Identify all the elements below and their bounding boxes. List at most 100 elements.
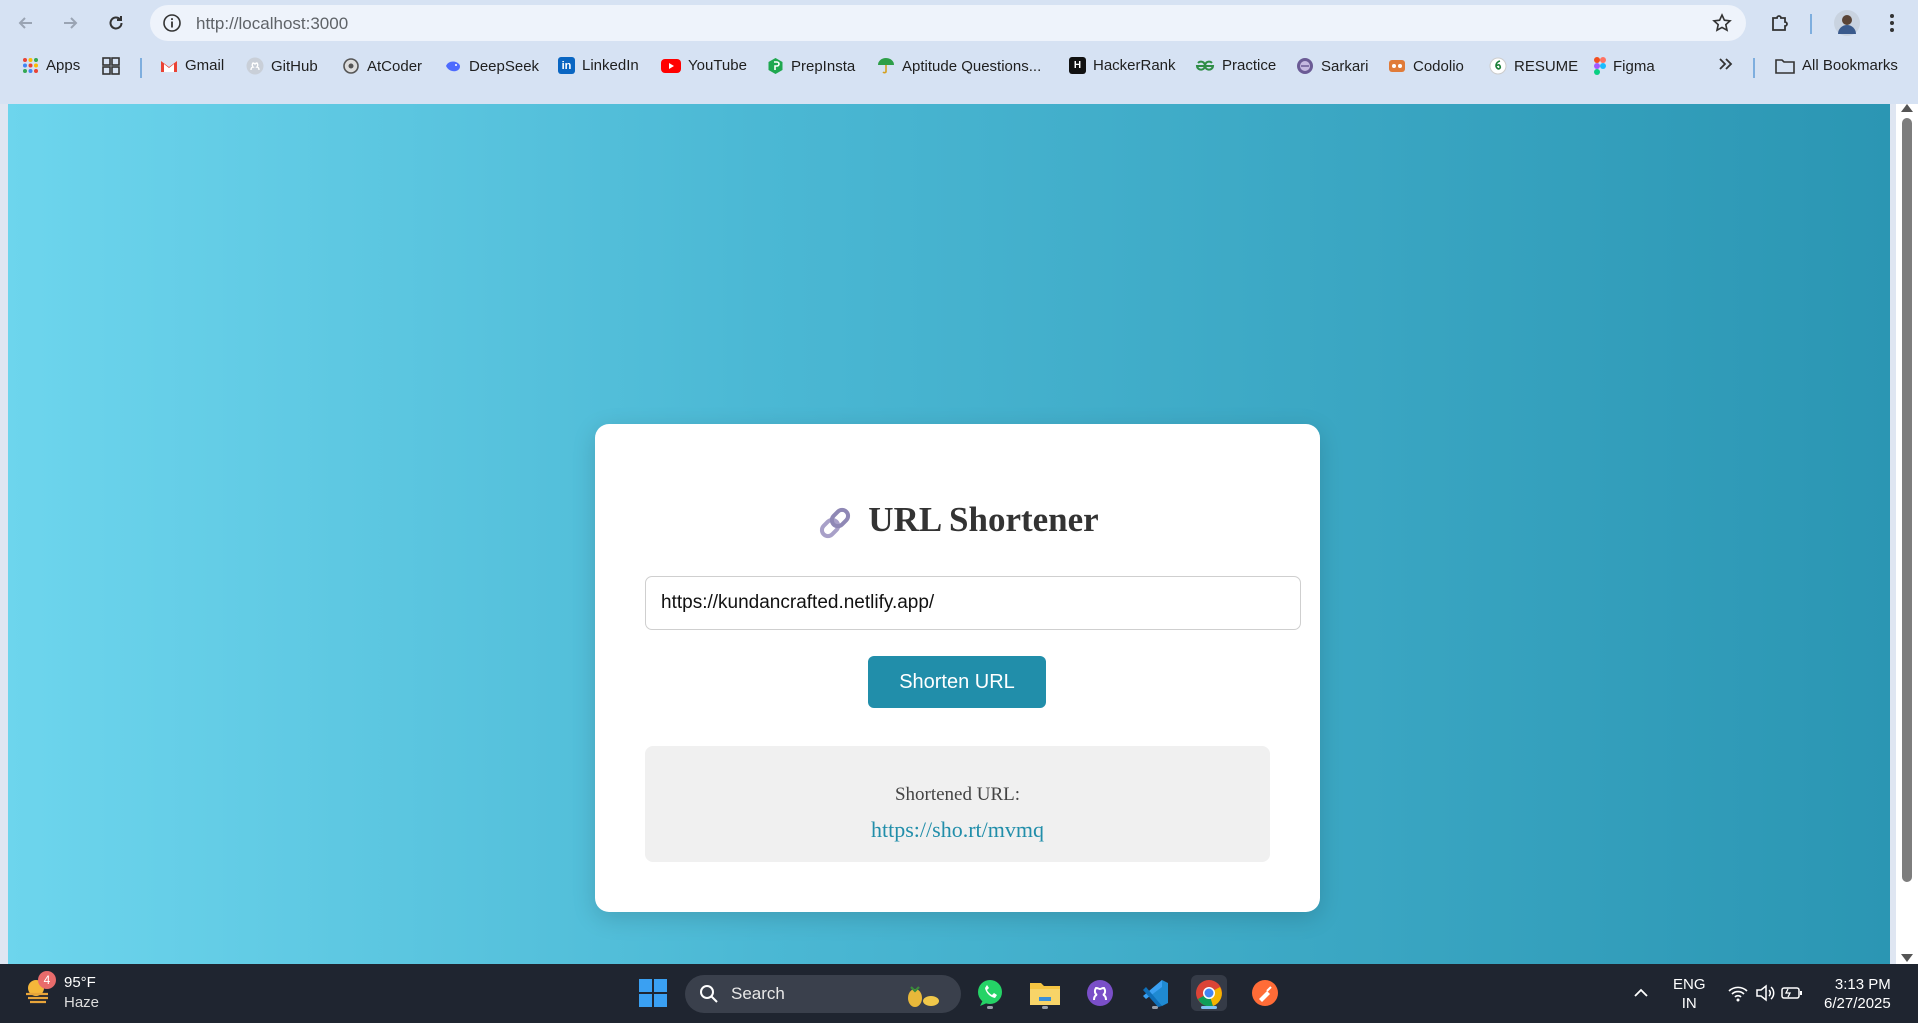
hackerrank-icon: H	[1069, 57, 1086, 74]
chrome-app[interactable]	[1191, 975, 1227, 1011]
running-indicator	[987, 1006, 993, 1009]
all-bookmarks-button[interactable]: All Bookmarks	[1775, 57, 1898, 74]
page-title: URL Shortener	[595, 500, 1320, 542]
deepseek-icon	[446, 61, 460, 72]
bookmark-separator	[140, 58, 142, 78]
apps-grid-icon	[23, 58, 38, 73]
language-line1: ENG	[1673, 976, 1706, 993]
bookmark-youtube[interactable]: YouTube	[661, 57, 747, 74]
forward-button[interactable]	[56, 9, 84, 37]
language-indicator[interactable]: ENG IN	[1673, 975, 1706, 1013]
chevron-up-icon	[1634, 988, 1648, 997]
weather-temp: 95°F	[64, 974, 96, 991]
bookmark-label: DeepSeek	[469, 57, 540, 75]
taskbar: 4 95°F Haze Search ENG IN 3:13 PM 6/27/2…	[0, 964, 1918, 1023]
info-icon[interactable]	[162, 13, 182, 33]
bookmark-github[interactable]: GitHub	[246, 57, 318, 75]
figma-icon	[1594, 57, 1606, 75]
back-button[interactable]	[12, 9, 40, 37]
active-indicator	[1201, 1006, 1217, 1009]
bookmark-label: Sarkari	[1321, 57, 1369, 75]
youtube-icon	[661, 58, 681, 73]
scroll-down-arrow-icon[interactable]	[1901, 954, 1913, 962]
puzzle-icon	[1772, 15, 1788, 31]
page-viewport: URL Shortener Shorten URL Shortened URL:…	[8, 104, 1890, 964]
bookmark-practice[interactable]: Practice	[1195, 57, 1276, 74]
language-line2: IN	[1681, 995, 1697, 1012]
bookmark-label: GitHub	[271, 57, 318, 75]
clock[interactable]: 3:13 PM 6/27/2025	[1824, 975, 1891, 1013]
bookmarks-overflow-button[interactable]	[1718, 57, 1734, 71]
bookmark-label: Figma	[1613, 57, 1655, 75]
taskbar-search[interactable]: Search	[685, 975, 961, 1013]
bookmark-aptitude[interactable]: Aptitude Questions...	[877, 57, 1041, 75]
bookmark-linkedin[interactable]: in LinkedIn	[558, 57, 639, 74]
whatsapp-icon	[978, 980, 1002, 1006]
bookmark-resume[interactable]: RESUME	[1489, 57, 1578, 75]
bookmark-label: YouTube	[688, 57, 747, 74]
linkedin-icon: in	[558, 57, 575, 74]
shortened-url-link[interactable]: https://sho.rt/mvmq	[645, 817, 1270, 843]
bookmark-star-icon[interactable]	[1712, 13, 1732, 33]
bookmark-label: Practice	[1222, 57, 1277, 74]
folder-icon	[1030, 983, 1060, 1005]
more-vertical-icon	[1890, 14, 1894, 32]
running-indicator	[1042, 1006, 1048, 1009]
profile-button[interactable]	[1833, 9, 1861, 37]
menu-button[interactable]	[1878, 9, 1906, 37]
browser-chrome: http://localhost:3000 Apps Gmail GitHub	[0, 0, 1918, 104]
avatar	[1834, 10, 1860, 36]
vscode-app[interactable]	[1137, 975, 1173, 1011]
bookmark-separator	[1753, 58, 1755, 78]
github-desktop-app[interactable]	[1082, 975, 1118, 1011]
start-button[interactable]	[635, 975, 671, 1011]
sarkari-icon	[1297, 58, 1313, 74]
result-label: Shortened URL:	[894, 784, 1021, 805]
browser-toolbar: http://localhost:3000	[0, 0, 1918, 46]
whatsapp-app[interactable]	[972, 975, 1008, 1011]
bookmark-codolio[interactable]: Codolio	[1388, 57, 1464, 75]
postman-icon	[1252, 980, 1278, 1006]
wifi-icon	[1728, 986, 1748, 1002]
pineapple-icon	[908, 986, 939, 1007]
volume-icon	[1756, 984, 1775, 1002]
file-explorer-app[interactable]	[1027, 975, 1063, 1011]
tab-groups-button[interactable]	[102, 57, 120, 75]
extensions-button[interactable]	[1766, 9, 1794, 37]
weather-condition: Haze	[64, 994, 100, 1011]
chevron-double-right-icon	[1719, 58, 1733, 70]
url-input[interactable]	[645, 576, 1301, 630]
bookmark-hackerrank[interactable]: H HackerRank	[1069, 57, 1176, 74]
page-scrollbar[interactable]	[1896, 104, 1918, 964]
battery-icon	[1781, 987, 1802, 999]
bookmark-prepinsta[interactable]: PrepInsta	[767, 57, 855, 75]
bookmark-figma[interactable]: Figma	[1594, 57, 1655, 75]
github-icon	[246, 57, 264, 75]
bookmark-gmail[interactable]: Gmail	[160, 57, 224, 74]
address-url[interactable]: http://localhost:3000	[196, 14, 348, 34]
bookmark-atcoder[interactable]: AtCoder	[342, 57, 422, 75]
address-bar[interactable]: http://localhost:3000	[150, 5, 1746, 41]
scroll-up-arrow-icon[interactable]	[1901, 104, 1913, 112]
weather-badge: 4	[38, 971, 56, 989]
bookmark-label: PrepInsta	[791, 57, 856, 75]
reload-button[interactable]	[102, 9, 130, 37]
gfg-icon	[1195, 60, 1215, 71]
scrollbar-thumb[interactable]	[1902, 118, 1912, 882]
shorten-url-button[interactable]: Shorten URL	[868, 656, 1046, 708]
all-bookmarks-label: All Bookmarks	[1802, 57, 1898, 74]
bookmark-label: Codolio	[1413, 57, 1464, 75]
arrow-right-icon	[64, 17, 78, 29]
folder-icon	[1775, 58, 1795, 74]
bookmark-apps[interactable]: Apps	[22, 57, 80, 74]
bookmark-label: LinkedIn	[582, 57, 639, 74]
bookmark-deepseek[interactable]: DeepSeek	[444, 57, 539, 75]
link-icon	[820, 507, 851, 539]
show-hidden-icons-button[interactable]	[1623, 975, 1659, 1011]
bookmark-sarkari[interactable]: Sarkari	[1296, 57, 1369, 75]
github-icon	[1087, 980, 1113, 1006]
codolio-icon	[1389, 60, 1405, 72]
system-tray-status[interactable]	[1719, 975, 1811, 1011]
running-indicator	[1152, 1006, 1158, 1009]
postman-app[interactable]	[1247, 975, 1283, 1011]
